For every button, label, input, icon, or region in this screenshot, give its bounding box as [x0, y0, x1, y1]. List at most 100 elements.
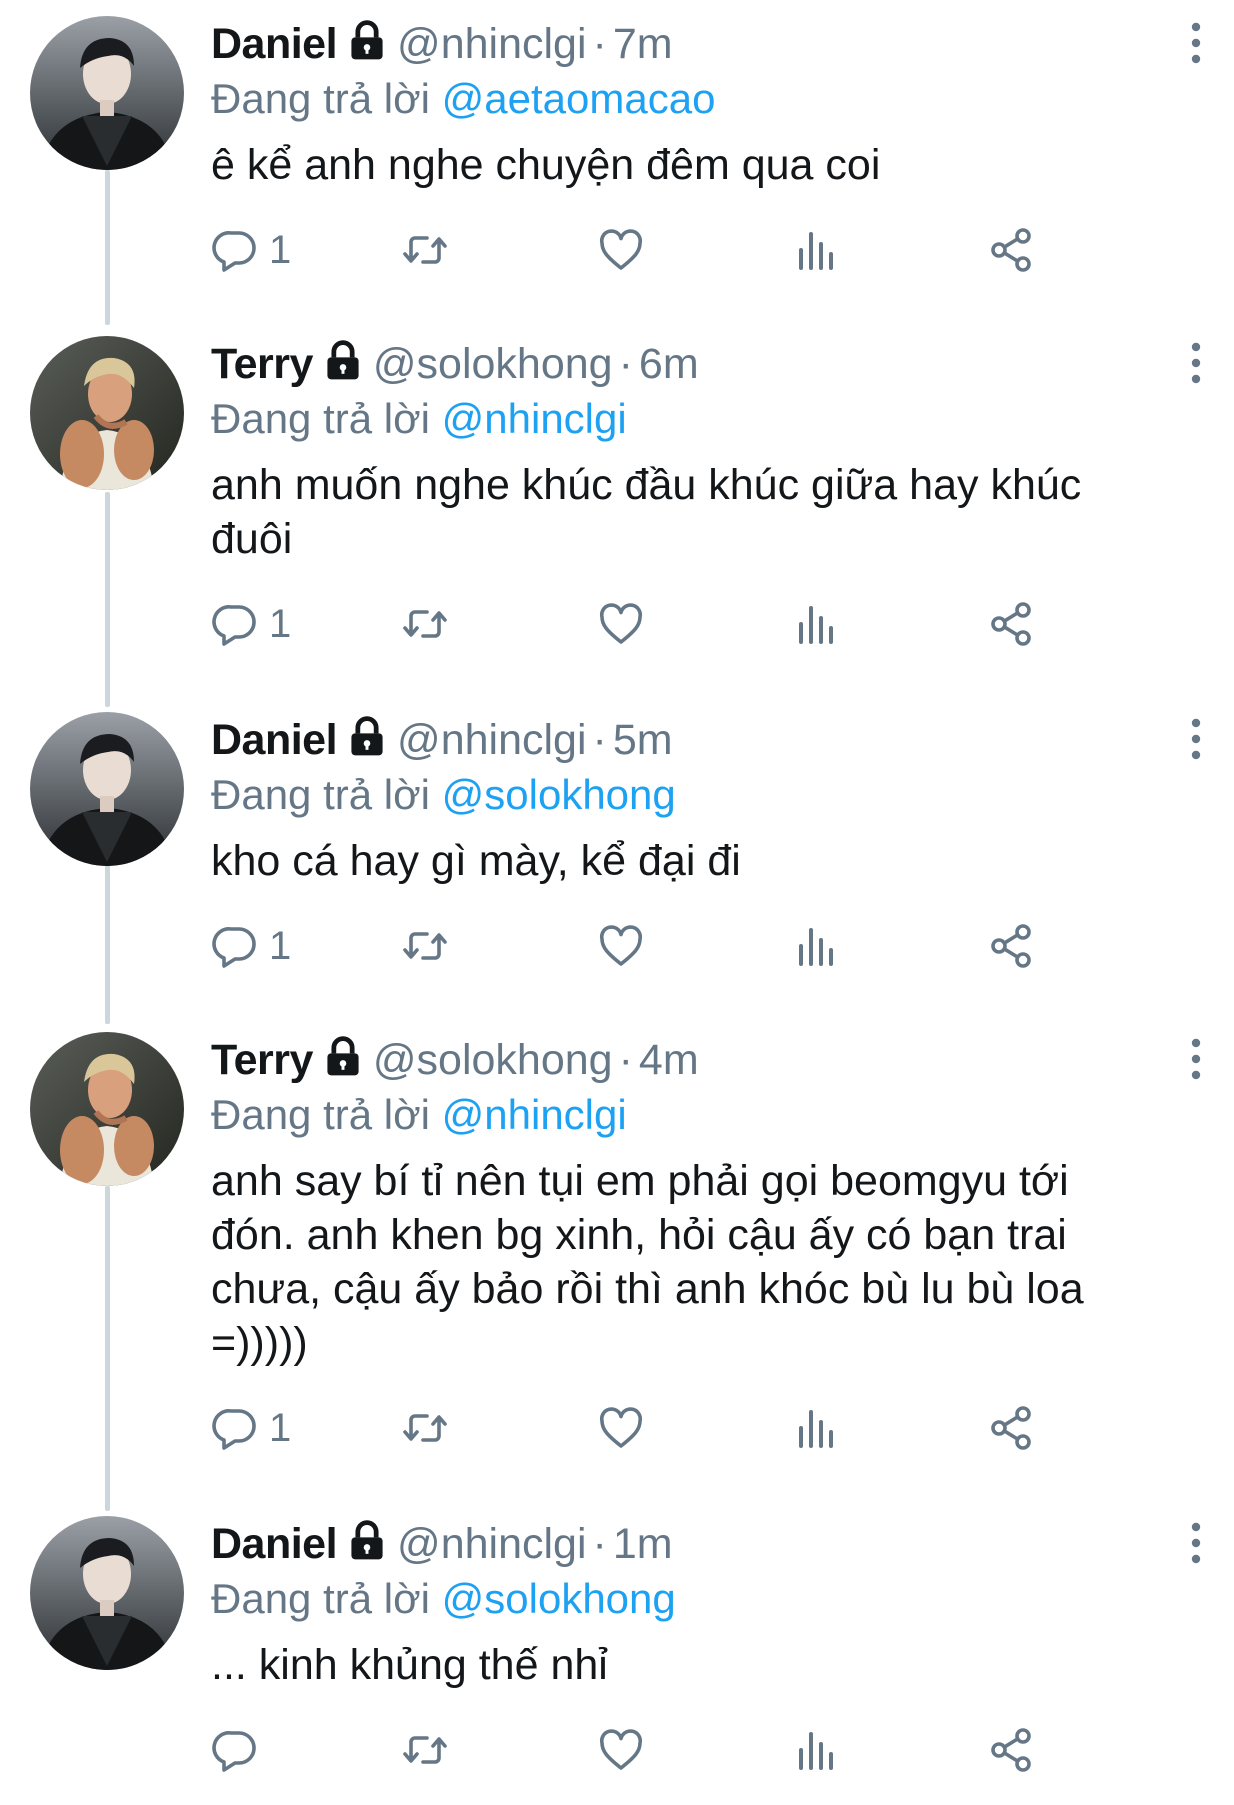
share-icon	[991, 228, 1031, 272]
replying-to-label: Đang trả lời	[211, 1575, 430, 1622]
thread-connector	[105, 492, 110, 707]
like-button[interactable]	[597, 594, 645, 654]
separator: ·	[592, 20, 607, 68]
reply-thread: Daniel @nhinclgi · 7m Đang trả lời @aetaoma…	[0, 0, 1234, 1805]
display-name[interactable]: Daniel	[211, 1520, 338, 1568]
share-button[interactable]	[987, 1720, 1035, 1780]
avatar[interactable]	[30, 1516, 184, 1670]
retweet-icon	[403, 932, 447, 960]
retweet-button[interactable]	[401, 1720, 449, 1780]
mention-link[interactable]: @nhinclgi	[442, 1091, 627, 1138]
retweet-button[interactable]	[401, 1398, 449, 1458]
timestamp[interactable]: 4m	[639, 1036, 699, 1084]
share-button[interactable]	[987, 220, 1035, 280]
display-name[interactable]: Terry	[211, 340, 313, 388]
like-button[interactable]	[597, 1720, 645, 1780]
replying-to-label: Đang trả lời	[211, 395, 430, 442]
separator: ·	[592, 1520, 607, 1568]
reply-icon	[212, 231, 256, 272]
mention-link[interactable]: @nhinclgi	[442, 395, 627, 442]
lock-icon	[351, 716, 383, 756]
heart-icon	[599, 1729, 643, 1770]
lock-icon	[351, 20, 383, 60]
avatar[interactable]	[30, 336, 184, 490]
more-vertical-icon[interactable]	[1184, 338, 1208, 388]
share-button[interactable]	[987, 594, 1035, 654]
analytics-icon	[799, 232, 833, 270]
reply-button[interactable]: 1	[211, 916, 291, 976]
tweet-header: Daniel @nhinclgi · 1m	[211, 1516, 1201, 1572]
thread-connector	[105, 1186, 110, 1511]
display-name[interactable]: Terry	[211, 1036, 313, 1084]
reply-button[interactable]: 1	[211, 1398, 291, 1458]
timestamp[interactable]: 7m	[613, 20, 673, 68]
user-handle[interactable]: @nhinclgi	[397, 1520, 586, 1568]
replying-to-label: Đang trả lời	[211, 1091, 430, 1138]
analytics-button[interactable]	[791, 220, 839, 280]
separator: ·	[618, 1036, 633, 1084]
reply-icon	[212, 1731, 256, 1772]
timestamp[interactable]: 6m	[639, 340, 699, 388]
analytics-icon	[799, 606, 833, 644]
reply-button[interactable]: 1	[211, 594, 291, 654]
tweet-actions	[211, 1720, 1174, 1780]
more-vertical-icon[interactable]	[1184, 18, 1208, 68]
share-icon	[991, 602, 1031, 646]
analytics-button[interactable]	[791, 1398, 839, 1458]
analytics-icon	[799, 1410, 833, 1448]
more-vertical-icon[interactable]	[1184, 714, 1208, 764]
mention-link[interactable]: @solokhong	[442, 771, 676, 818]
replying-to: Đang trả lời @aetaomacao	[211, 72, 1174, 126]
retweet-icon	[403, 236, 447, 264]
replying-to: Đang trả lời @solokhong	[211, 768, 1174, 822]
more-vertical-icon[interactable]	[1184, 1034, 1208, 1084]
analytics-icon	[799, 928, 833, 966]
tweet-header: Daniel @nhinclgi · 7m	[211, 16, 1201, 72]
timestamp[interactable]: 1m	[613, 1520, 673, 1568]
analytics-icon	[799, 1732, 833, 1770]
user-handle[interactable]: @solokhong	[373, 340, 613, 388]
timestamp[interactable]: 5m	[613, 716, 673, 764]
user-handle[interactable]: @nhinclgi	[397, 716, 586, 764]
avatar[interactable]	[30, 712, 184, 866]
share-button[interactable]	[987, 916, 1035, 976]
retweet-button[interactable]	[401, 916, 449, 976]
tweet-actions: 1	[211, 1398, 1174, 1458]
reply-button[interactable]	[211, 1720, 269, 1780]
reply-count: 1	[269, 227, 292, 272]
like-button[interactable]	[597, 1398, 645, 1458]
avatar-terry-image	[30, 1032, 184, 1186]
tweet-header: Terry @solokhong · 4m	[211, 1032, 1201, 1088]
mention-link[interactable]: @solokhong	[442, 1575, 676, 1622]
avatar[interactable]	[30, 1032, 184, 1186]
more-vertical-icon[interactable]	[1184, 1518, 1208, 1568]
retweet-icon	[403, 1414, 447, 1442]
like-button[interactable]	[597, 220, 645, 280]
reply-icon	[212, 1409, 256, 1450]
mention-link[interactable]: @aetaomacao	[442, 75, 716, 122]
analytics-button[interactable]	[791, 1720, 839, 1780]
share-button[interactable]	[987, 1398, 1035, 1458]
avatar[interactable]	[30, 16, 184, 170]
retweet-button[interactable]	[401, 220, 449, 280]
user-handle[interactable]: @solokhong	[373, 1036, 613, 1084]
display-name[interactable]: Daniel	[211, 20, 338, 68]
lock-icon	[351, 1520, 383, 1560]
heart-icon	[599, 229, 643, 270]
reply-button[interactable]: 1	[211, 220, 291, 280]
reply-icon	[212, 605, 256, 646]
replying-to: Đang trả lời @nhinclgi	[211, 392, 1174, 446]
like-button[interactable]	[597, 916, 645, 976]
tweet-actions: 1	[211, 220, 1174, 280]
analytics-button[interactable]	[791, 594, 839, 654]
heart-icon	[599, 1407, 643, 1448]
tweet-text: ... kinh khủng thế nhỉ	[211, 1641, 608, 1689]
replying-to: Đang trả lời @nhinclgi	[211, 1088, 1174, 1142]
analytics-button[interactable]	[791, 916, 839, 976]
heart-icon	[599, 603, 643, 644]
reply-count: 1	[269, 601, 292, 646]
user-handle[interactable]: @nhinclgi	[397, 20, 586, 68]
avatar-daniel-image	[30, 16, 184, 170]
retweet-button[interactable]	[401, 594, 449, 654]
display-name[interactable]: Daniel	[211, 716, 338, 764]
